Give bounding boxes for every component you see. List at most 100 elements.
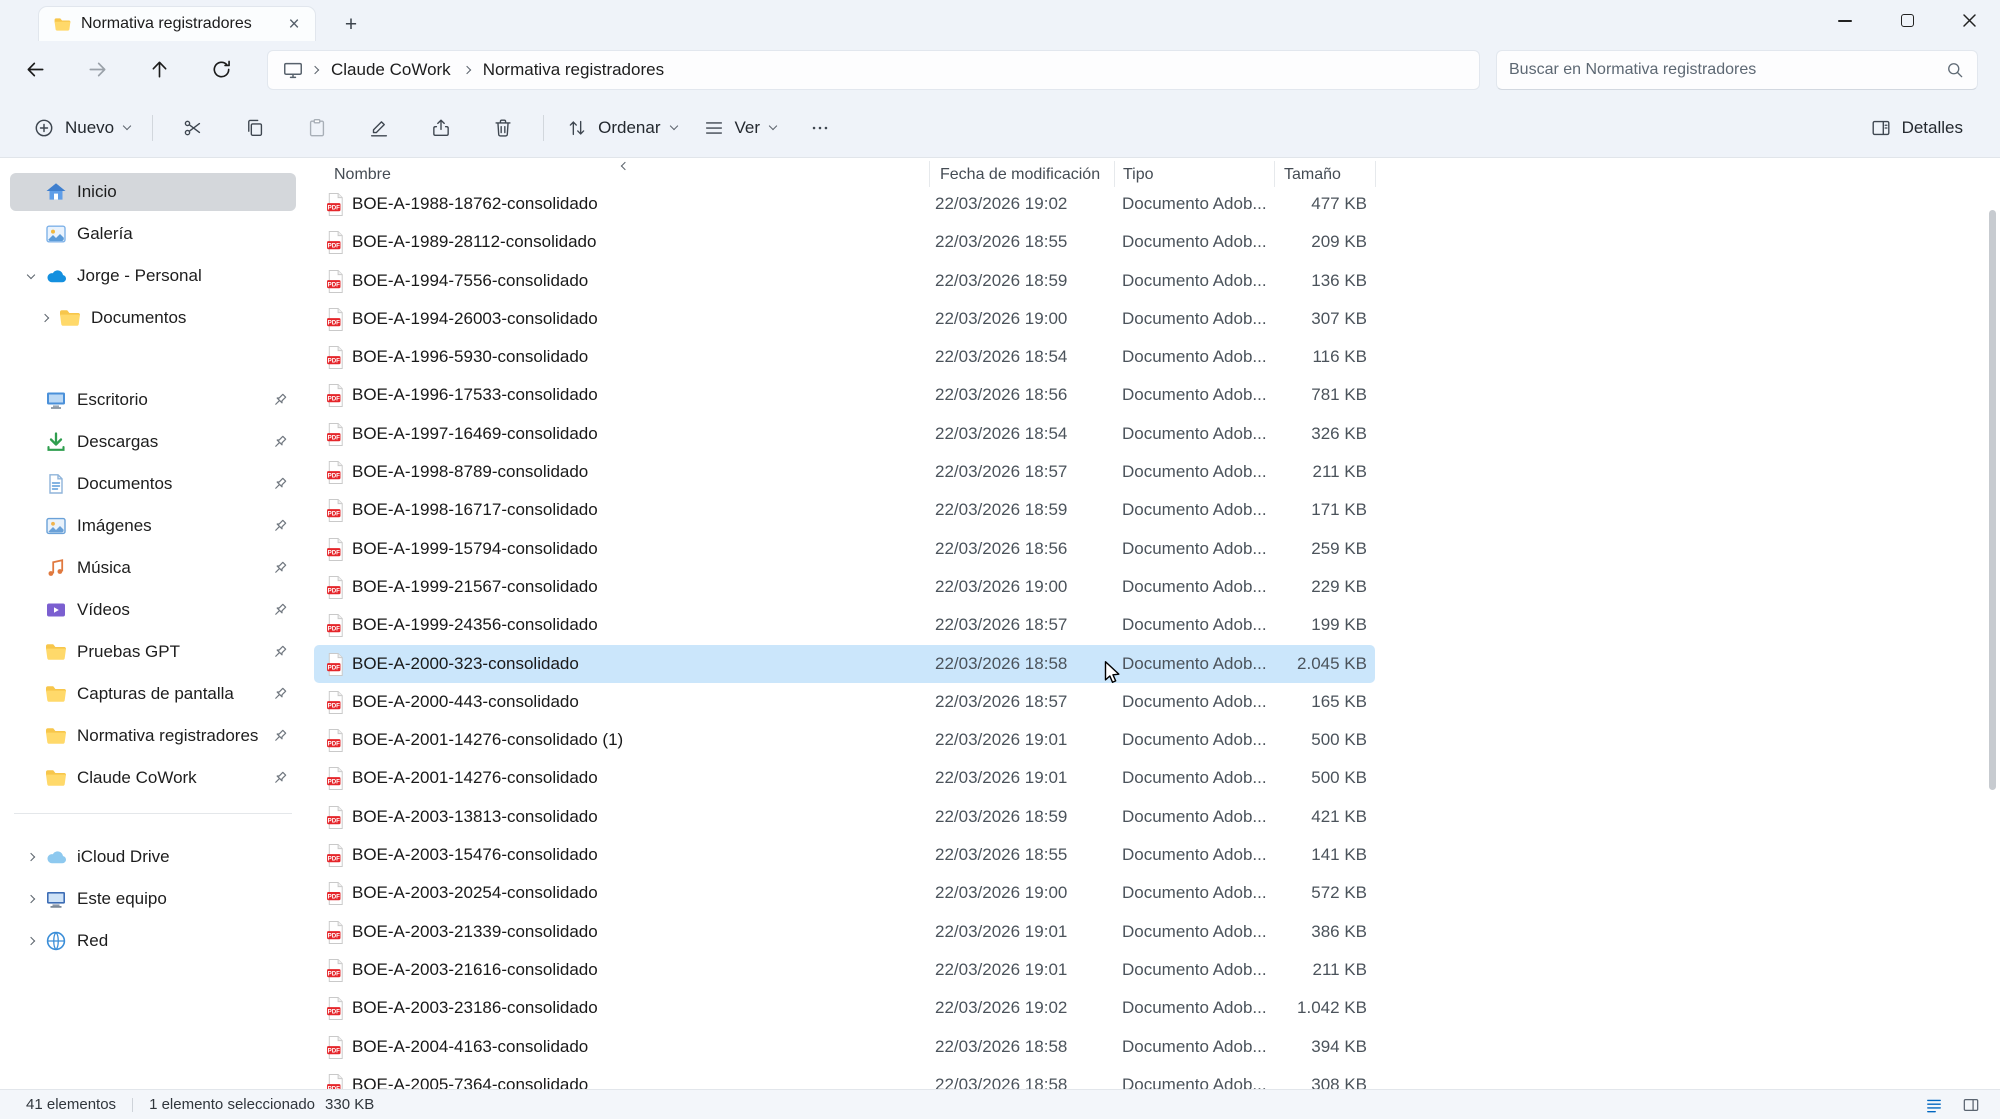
more-options-button[interactable] xyxy=(799,108,841,148)
file-date: 22/03/2026 18:54 xyxy=(935,347,1067,367)
sidebar-item-escritorio[interactable]: Escritorio xyxy=(10,381,296,419)
sidebar-item-imágenes[interactable]: Imágenes xyxy=(10,507,296,545)
sidebar-item-galería[interactable]: Galería xyxy=(10,215,296,253)
file-row[interactable]: PDFBOE-A-2003-21616-consolidado22/03/202… xyxy=(314,951,1375,989)
new-button[interactable]: Nuevo xyxy=(20,108,143,148)
sidebar-item-capturas-de-pantalla[interactable]: Capturas de pantalla xyxy=(10,675,296,713)
sidebar-item-este-equipo[interactable]: Este equipo xyxy=(10,880,296,918)
maximize-button[interactable] xyxy=(1876,0,1938,41)
file-row[interactable]: PDFBOE-A-1994-7556-consolidado22/03/2026… xyxy=(314,262,1375,300)
sidebar-item-vídeos[interactable]: Vídeos xyxy=(10,591,296,629)
column-header-size[interactable]: Tamaño xyxy=(1284,166,1341,184)
command-toolbar: Nuevo Ordenar Ver xyxy=(0,98,2000,158)
file-row[interactable]: PDFBOE-A-2003-21339-consolidado22/03/202… xyxy=(314,913,1375,951)
forward-button[interactable] xyxy=(76,50,118,90)
chevron-down-icon[interactable] xyxy=(27,270,35,278)
sidebar-item-descargas[interactable]: Descargas xyxy=(10,423,296,461)
details-pane-label: Detalles xyxy=(1902,118,1963,138)
new-tab-button[interactable]: + xyxy=(336,10,366,38)
file-row[interactable]: PDFBOE-A-1999-24356-consolidado22/03/202… xyxy=(314,606,1375,644)
file-row[interactable]: PDFBOE-A-2001-14276-consolidado (1)22/03… xyxy=(314,721,1375,759)
column-header-name[interactable]: Nombre xyxy=(334,166,391,184)
rename-button[interactable] xyxy=(358,108,400,148)
file-row[interactable]: PDFBOE-A-1998-16717-consolidado22/03/202… xyxy=(314,491,1375,529)
pictures-icon xyxy=(44,514,68,538)
file-row[interactable]: PDFBOE-A-2003-15476-consolidado22/03/202… xyxy=(314,836,1375,874)
cut-button[interactable] xyxy=(172,108,214,148)
sidebar-item-normativa-registradores[interactable]: Normativa registradores xyxy=(10,717,296,755)
tab-close-icon[interactable]: × xyxy=(281,11,307,37)
file-row[interactable]: PDFBOE-A-2003-20254-consolidado22/03/202… xyxy=(314,874,1375,912)
sort-button[interactable]: Ordenar xyxy=(553,108,689,148)
list-view-toggle[interactable] xyxy=(1920,1093,1947,1117)
breadcrumb[interactable]: Claude CoWork Normativa registradores xyxy=(267,50,1480,90)
close-button[interactable] xyxy=(1938,0,2000,41)
pin-icon xyxy=(272,602,288,618)
file-row[interactable]: PDFBOE-A-2004-4163-consolidado22/03/2026… xyxy=(314,1028,1375,1066)
sidebar-item-red[interactable]: Red xyxy=(10,922,296,960)
explorer-tab[interactable]: Normativa registradores × xyxy=(38,6,316,41)
column-header-type[interactable]: Tipo xyxy=(1123,166,1154,184)
file-name: BOE-A-2000-323-consolidado xyxy=(352,654,579,674)
chevron-right-icon[interactable] xyxy=(27,937,35,945)
breadcrumb-item-claude-cowork[interactable]: Claude CoWork xyxy=(322,55,460,85)
chevron-right-icon[interactable] xyxy=(27,895,35,903)
minimize-button[interactable] xyxy=(1814,0,1876,41)
sidebar-item-icloud-drive[interactable]: iCloud Drive xyxy=(10,838,296,876)
chevron-down-icon xyxy=(769,122,777,130)
file-row[interactable]: PDFBOE-A-1997-16469-consolidado22/03/202… xyxy=(314,415,1375,453)
file-row[interactable]: PDFBOE-A-2003-23186-consolidado22/03/202… xyxy=(314,989,1375,1027)
back-button[interactable] xyxy=(14,50,56,90)
chevron-right-icon[interactable] xyxy=(27,853,35,861)
view-button[interactable]: Ver xyxy=(690,108,790,148)
more-icon xyxy=(809,117,831,139)
column-separator[interactable] xyxy=(1375,161,1376,187)
sidebar-item-inicio[interactable]: Inicio xyxy=(10,173,296,211)
up-button[interactable] xyxy=(138,50,180,90)
chevron-right-icon[interactable] xyxy=(41,314,49,322)
search-input[interactable] xyxy=(1509,61,1937,79)
file-row[interactable]: PDFBOE-A-1994-26003-consolidado22/03/202… xyxy=(314,300,1375,338)
this-pc-icon[interactable] xyxy=(282,59,304,81)
column-header-date[interactable]: Fecha de modificación xyxy=(940,166,1100,184)
sidebar-item-label: Documentos xyxy=(77,474,266,494)
file-row[interactable]: PDFBOE-A-1996-17533-consolidado22/03/202… xyxy=(314,376,1375,414)
details-view-toggle[interactable] xyxy=(1957,1093,1984,1117)
copy-button[interactable] xyxy=(234,108,276,148)
file-row[interactable]: PDFBOE-A-1999-15794-consolidado22/03/202… xyxy=(314,530,1375,568)
file-size: 307 KB xyxy=(1311,309,1367,329)
sidebar-item-música[interactable]: Música xyxy=(10,549,296,587)
videos-icon xyxy=(44,598,68,622)
sidebar-item-jorge-personal[interactable]: Jorge - Personal xyxy=(10,257,296,295)
paste-button[interactable] xyxy=(296,108,338,148)
breadcrumb-item-normativa-registradores[interactable]: Normativa registradores xyxy=(474,55,673,85)
file-row[interactable]: PDFBOE-A-1998-8789-consolidado22/03/2026… xyxy=(314,453,1375,491)
vertical-scrollbar[interactable] xyxy=(1989,210,1996,790)
file-size: 136 KB xyxy=(1311,271,1367,291)
pdf-file-icon: PDF xyxy=(324,498,347,523)
column-separator[interactable] xyxy=(1114,161,1115,187)
file-row[interactable]: PDFBOE-A-1999-21567-consolidado22/03/202… xyxy=(314,568,1375,606)
file-row[interactable]: PDFBOE-A-1988-18762-consolidado22/03/202… xyxy=(314,185,1375,223)
sidebar-item-documentos[interactable]: Documentos xyxy=(10,465,296,503)
sidebar-item-label: Este equipo xyxy=(77,889,288,909)
sidebar-item-documentos[interactable]: Documentos xyxy=(24,299,296,337)
details-pane-button[interactable]: Detalles xyxy=(1857,108,1976,148)
search-icon[interactable] xyxy=(1945,60,1965,80)
refresh-button[interactable] xyxy=(200,50,242,90)
file-row[interactable]: PDFBOE-A-2000-443-consolidado22/03/2026 … xyxy=(314,683,1375,721)
file-row[interactable]: PDFBOE-A-1989-28112-consolidado22/03/202… xyxy=(314,223,1375,261)
sidebar-item-pruebas-gpt[interactable]: Pruebas GPT xyxy=(10,633,296,671)
share-button[interactable] xyxy=(420,108,462,148)
column-separator[interactable] xyxy=(929,161,930,187)
file-row[interactable]: PDFBOE-A-2001-14276-consolidado22/03/202… xyxy=(314,759,1375,797)
file-row[interactable]: PDFBOE-A-2000-323-consolidado22/03/2026 … xyxy=(314,645,1375,683)
column-separator[interactable] xyxy=(1274,161,1275,187)
file-date: 22/03/2026 18:57 xyxy=(935,615,1067,635)
file-row[interactable]: PDFBOE-A-2005-7364-consolidado22/03/2026… xyxy=(314,1066,1375,1089)
sidebar-item-claude-cowork[interactable]: Claude CoWork xyxy=(10,759,296,797)
search-box[interactable] xyxy=(1496,50,1978,90)
file-row[interactable]: PDFBOE-A-2003-13813-consolidado22/03/202… xyxy=(314,798,1375,836)
delete-button[interactable] xyxy=(482,108,524,148)
file-row[interactable]: PDFBOE-A-1996-5930-consolidado22/03/2026… xyxy=(314,338,1375,376)
